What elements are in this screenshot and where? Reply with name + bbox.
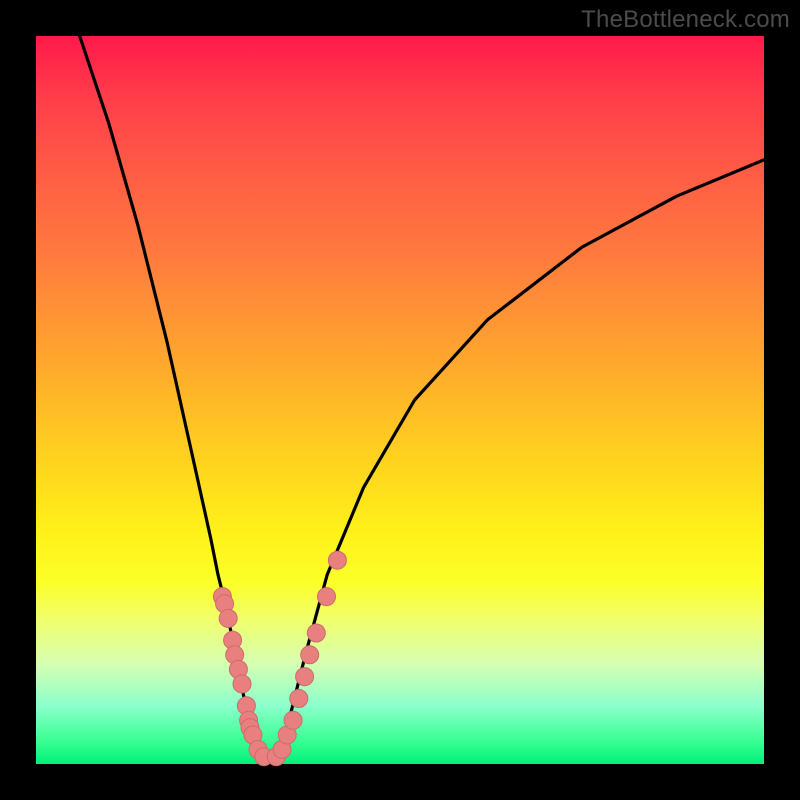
curve-marker	[284, 711, 302, 729]
curve-marker	[307, 624, 325, 642]
curve-marker	[290, 690, 308, 708]
curve-marker	[233, 675, 251, 693]
curve-marker	[328, 551, 346, 569]
curve-markers-left	[213, 588, 273, 766]
watermark-text: TheBottleneck.com	[581, 6, 790, 34]
curve-marker	[301, 646, 319, 664]
chart-svg	[36, 36, 764, 764]
curve-marker	[296, 668, 314, 686]
chart-frame: TheBottleneck.com	[0, 0, 800, 800]
curve-marker	[219, 609, 237, 627]
curve-markers-right	[267, 551, 346, 766]
curve-marker	[318, 588, 336, 606]
bottleneck-curve-line	[80, 36, 764, 764]
plot-area	[36, 36, 764, 764]
